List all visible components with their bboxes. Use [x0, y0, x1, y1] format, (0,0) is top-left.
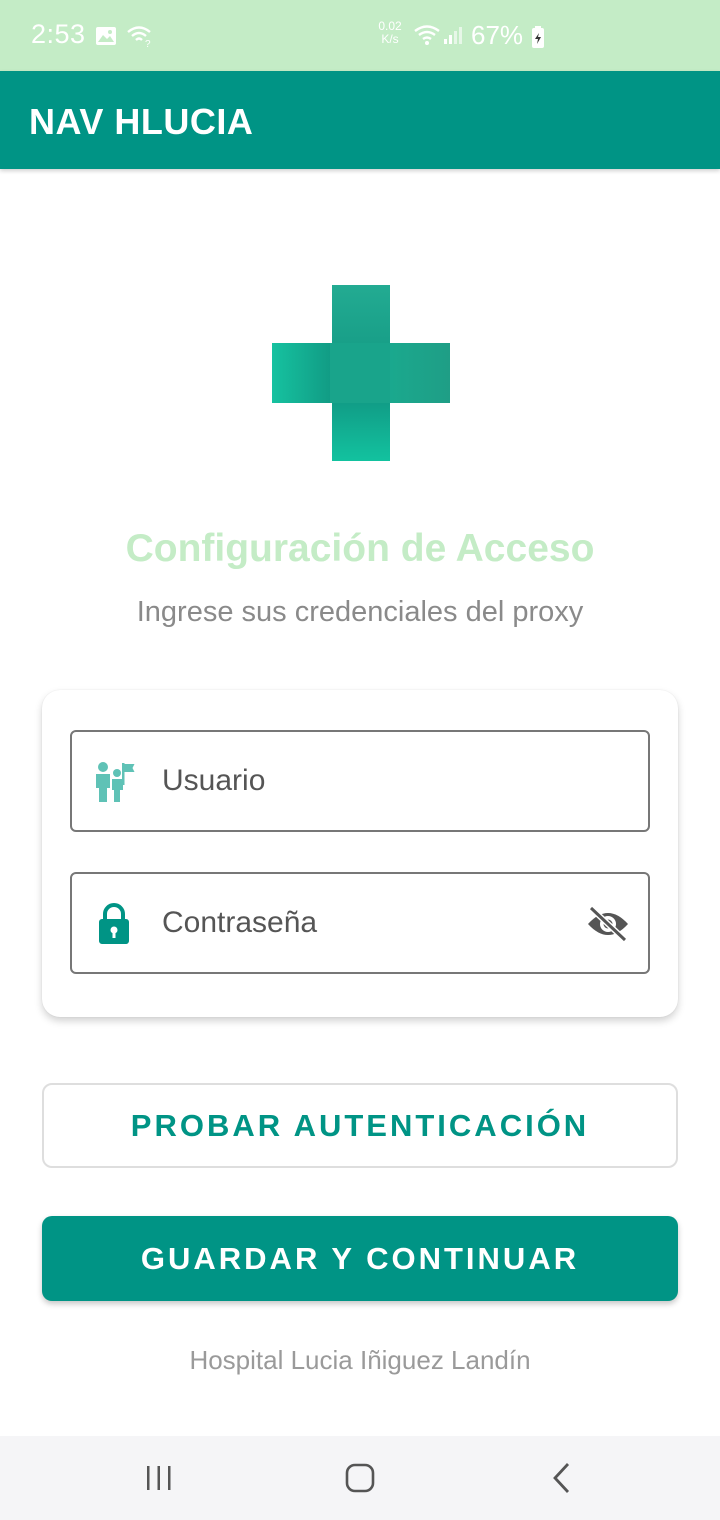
system-nav-bar [0, 1436, 720, 1520]
medical-cross-icon [272, 285, 450, 461]
gallery-icon [96, 27, 116, 45]
status-time: 2:53 [31, 19, 86, 49]
battery-percent: 67% [471, 20, 524, 50]
net-speed: 0.02 K/s [375, 20, 405, 46]
credentials-card: Usuario Contraseña [42, 690, 678, 1017]
app-title: NAV HLUCIA [29, 101, 254, 142]
battery-icon [532, 26, 544, 48]
app-bar: NAV HLUCIA [0, 71, 720, 169]
wifi-icon [414, 25, 440, 45]
signal-icon [444, 27, 462, 44]
test-auth-button[interactable]: PROBAR AUTENTICACIÓN [42, 1083, 678, 1168]
visibility-off-icon[interactable] [586, 906, 630, 942]
svg-text:?: ? [145, 39, 151, 48]
recents-icon[interactable] [139, 1458, 179, 1498]
username-placeholder: Usuario [162, 764, 266, 797]
user-flag-icon [96, 762, 135, 802]
page-subtitle: Ingrese sus credenciales del proxy [136, 596, 584, 628]
home-icon[interactable] [340, 1458, 380, 1498]
lock-icon [99, 903, 129, 944]
status-bar: 2:53 ? 0.02 K/s 67% [0, 0, 720, 71]
username-field[interactable]: Usuario [70, 730, 650, 832]
footer-text: Hospital Lucia Iñiguez Landín [189, 1345, 531, 1375]
net-speed-unit: K/s [381, 32, 399, 46]
back-icon[interactable] [542, 1458, 582, 1498]
password-placeholder: Contraseña [162, 906, 318, 939]
save-continue-button[interactable]: GUARDAR Y CONTINUAR [42, 1216, 678, 1301]
wifi-question-icon: ? [127, 26, 151, 48]
password-field[interactable]: Contraseña [70, 872, 650, 974]
page-title: Configuración de Acceso [125, 527, 595, 570]
